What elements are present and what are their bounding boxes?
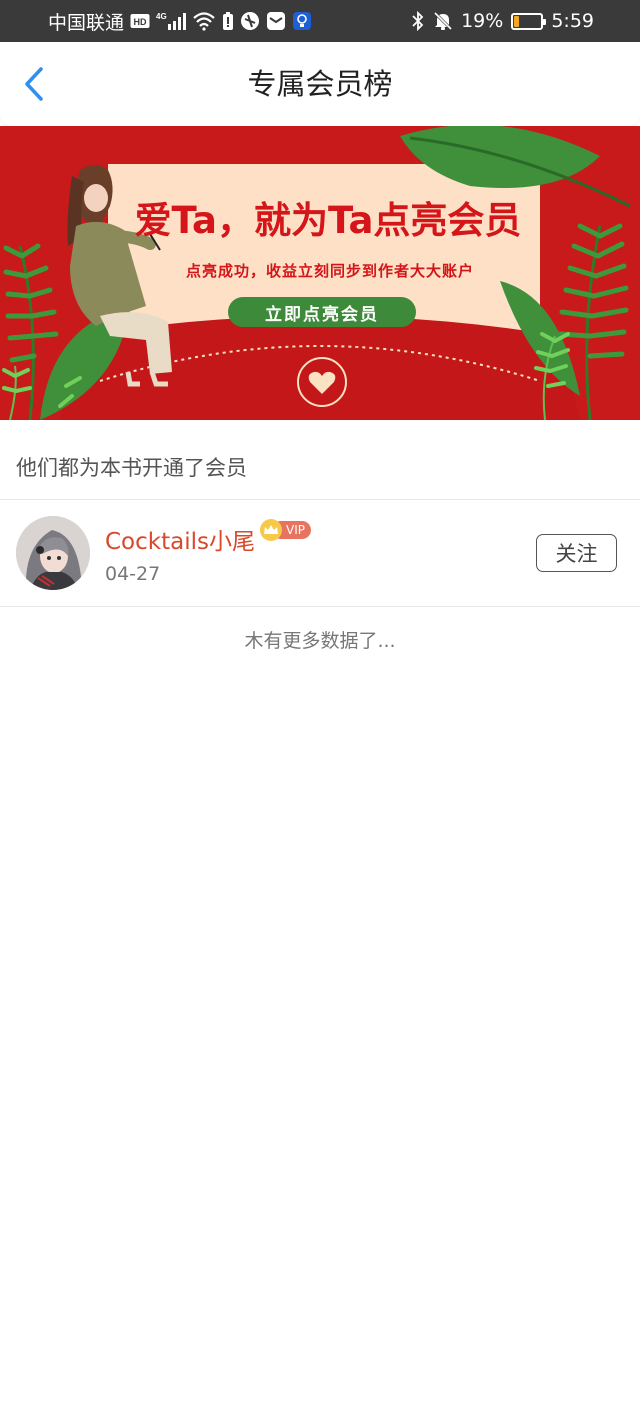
network-label: 4G [156,12,167,21]
status-bar: 中国联通 HD 4G 19% 5:59 [0,0,640,42]
status-bar-left: 中国联通 HD 4G [48,0,312,42]
promo-banner[interactable]: 爱Ta，就为Ta点亮会员 点亮成功，收益立刻同步到作者大大账户 立即点亮会员 [0,126,640,420]
crown-icon [260,519,282,541]
page-title: 专属会员榜 [247,67,393,101]
hd-icon: HD [130,13,150,29]
battery-icon [511,12,547,30]
clock: 5:59 [551,10,594,32]
svg-text:HD: HD [134,17,147,27]
follow-button[interactable]: 关注 [536,534,617,572]
nav-bar: 专属会员榜 [0,42,640,126]
member-name[interactable]: Cocktails小尾 [105,522,255,556]
list-end-message: 木有更多数据了... [244,630,396,652]
light-up-membership-button[interactable]: 立即点亮会员 [228,297,416,327]
member-date: 04-27 [105,563,161,585]
battery-percent: 19% [461,10,504,32]
mute-icon [433,11,453,31]
battery-alert-icon [222,11,234,31]
banner-headline: 爱Ta，就为Ta点亮会员 [134,199,522,242]
vip-badge: VIP [260,519,311,541]
mail-icon [266,11,286,31]
divider [0,606,640,607]
signal-icon: 4G [156,11,187,31]
avatar-image [16,516,90,590]
bluetooth-icon [411,11,425,31]
carrier-label: 中国联通 [48,11,125,34]
avatar[interactable] [16,516,90,590]
app-icon [240,11,260,31]
wifi-icon [192,11,216,31]
battery-level [514,15,520,27]
list-item[interactable]: Cocktails小尾 VIP 04-27 关注 [0,500,640,606]
lightbulb-icon [292,11,312,31]
banner-subtitle: 点亮成功，收益立刻同步到作者大大账户 [185,262,474,280]
section-title: 他们都为本书开通了会员 [16,456,247,480]
status-bar-right: 19% 5:59 [411,0,594,42]
